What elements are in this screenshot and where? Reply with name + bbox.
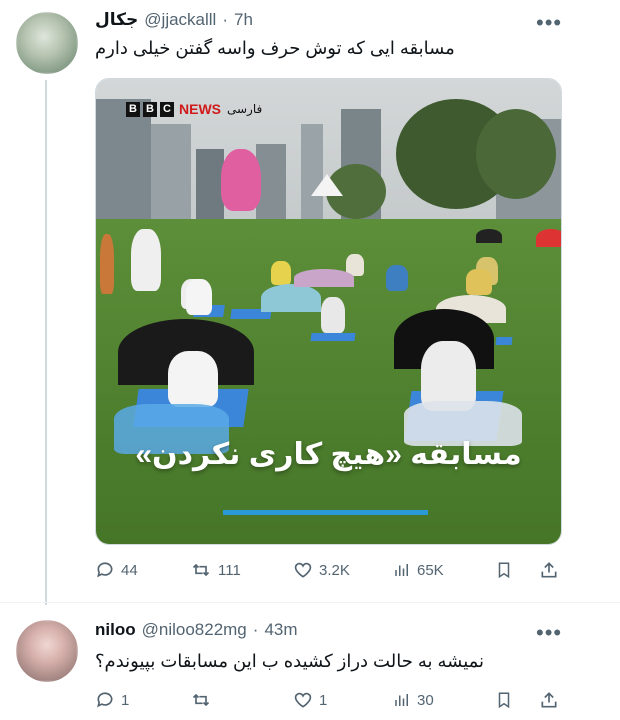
repost-count: 111: [218, 561, 241, 579]
analytics-icon: [395, 694, 408, 706]
photo-building: [96, 99, 151, 219]
views-button[interactable]: 30: [393, 690, 434, 710]
like-count: 3.2K: [319, 561, 350, 579]
share-button[interactable]: [539, 690, 559, 710]
photo-caption: مسابقه «هیچ کاری نکردن»: [135, 438, 522, 471]
blue-mat: [310, 333, 356, 341]
tweet-divider: [0, 602, 620, 603]
reply-icon: [97, 692, 113, 708]
photo-building: [301, 124, 323, 219]
timestamp[interactable]: 43m: [264, 620, 297, 640]
view-count: 65K: [417, 561, 444, 579]
repost-button[interactable]: 111: [190, 560, 241, 580]
blue-mat: [495, 337, 513, 345]
umbrella: [476, 229, 502, 243]
umbrella: [294, 269, 354, 287]
like-count: 1: [319, 691, 328, 709]
participant: [386, 265, 408, 291]
like-button[interactable]: 1: [293, 690, 327, 710]
pink-inflatable-figure: [221, 149, 261, 211]
separator-dot: ·: [252, 620, 259, 639]
bookmark-icon: [498, 562, 510, 579]
share-button[interactable]: [539, 560, 559, 580]
more-options-icon[interactable]: •••: [536, 12, 562, 34]
views-button[interactable]: 65K: [393, 560, 444, 580]
reply-count: 44: [121, 561, 138, 579]
photo-building: [196, 149, 224, 219]
photo-tree: [476, 109, 556, 199]
reply-count: 1: [121, 691, 130, 709]
user-handle[interactable]: @niloo822mg: [142, 620, 247, 640]
bbc-news-logo: B B C NEWS فارسی: [126, 101, 262, 117]
photo-building: [151, 124, 191, 219]
repost-icon: [192, 563, 210, 577]
timestamp[interactable]: 7h: [234, 10, 253, 30]
share-icon: [541, 692, 557, 708]
user-handle[interactable]: @jjackalll: [144, 10, 216, 30]
display-name[interactable]: جکال: [95, 10, 138, 30]
analytics-icon: [395, 564, 408, 576]
bookmark-button[interactable]: [495, 690, 513, 710]
share-icon: [541, 562, 557, 578]
thread-line: [45, 80, 47, 605]
reply-button[interactable]: 44: [95, 560, 138, 580]
heart-icon: [294, 562, 312, 578]
avatar[interactable]: [16, 620, 78, 682]
participant: [321, 297, 345, 333]
bookmark-button[interactable]: [495, 560, 513, 580]
tweet-header: niloo @niloo822mg · 43m: [95, 620, 298, 640]
tweet-action-bar: 1 1 30: [95, 688, 560, 712]
reply-icon: [97, 562, 113, 578]
more-options-icon[interactable]: •••: [536, 622, 562, 644]
tweet-text: مسابقه ایی که توش حرف واسه گفتن خیلی دار…: [95, 38, 455, 58]
heart-icon: [294, 692, 312, 708]
participant: [186, 279, 212, 315]
avatar[interactable]: [16, 12, 78, 74]
tweet-header: جکال @jjackalll · 7h: [95, 10, 253, 30]
bookmark-icon: [498, 692, 510, 709]
participant-foreground: [168, 351, 218, 407]
standing-person: [100, 234, 114, 294]
repost-button[interactable]: [190, 690, 218, 710]
like-button[interactable]: 3.2K: [293, 560, 350, 580]
participant: [466, 269, 492, 295]
umbrella: [536, 229, 561, 247]
separator-dot: ·: [222, 10, 229, 29]
display-name[interactable]: niloo: [95, 620, 136, 640]
participant: [271, 261, 291, 285]
reply-button[interactable]: 1: [95, 690, 129, 710]
repost-icon: [192, 693, 210, 707]
caption-underline: [223, 510, 428, 515]
white-tent: [311, 174, 343, 196]
view-count: 30: [417, 691, 434, 709]
umbrella: [261, 284, 321, 312]
tweet-text: نمیشه به حالت دراز کشیده ب این مسابقات ب…: [95, 651, 485, 671]
standing-person: [131, 229, 161, 291]
tweet-action-bar: 44 111 3.2K 65K: [95, 558, 560, 582]
tweet-media-image[interactable]: B B C NEWS فارسی مسابقه «هیچ کاری نکردن»: [95, 78, 562, 545]
